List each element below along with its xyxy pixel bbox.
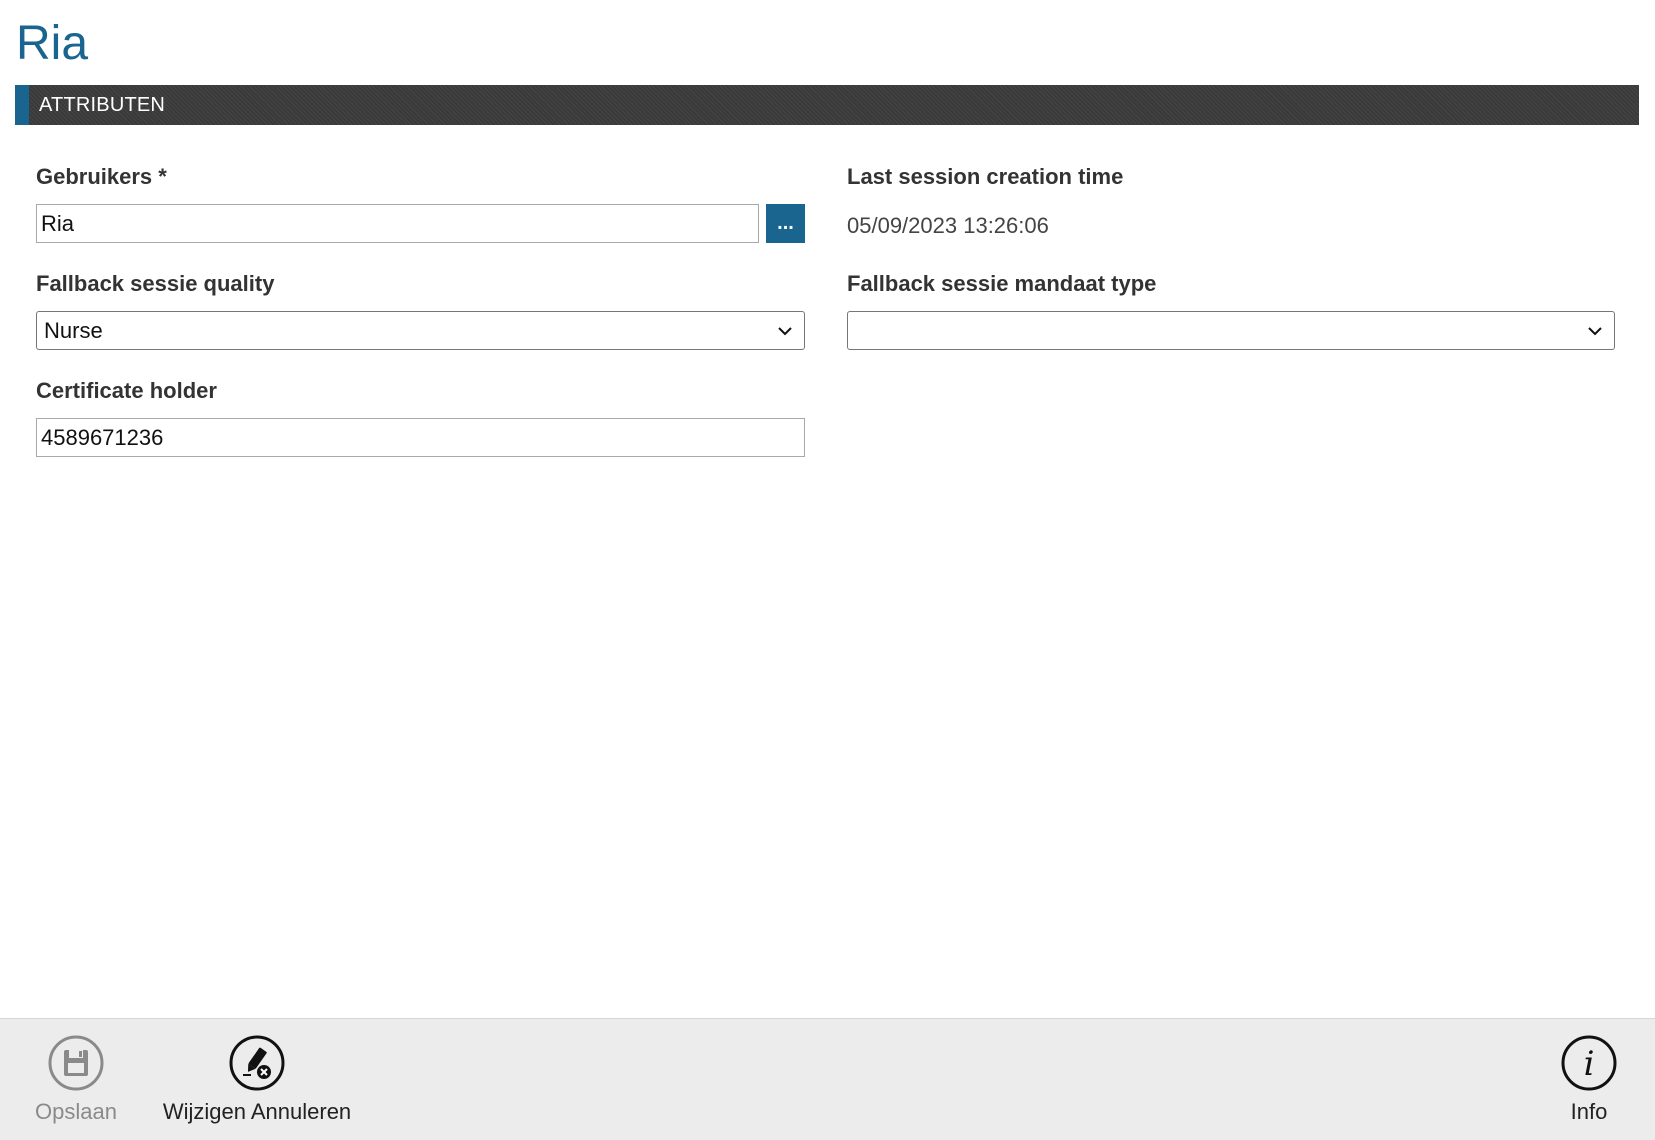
gebruikers-label: Gebruikers * xyxy=(36,164,167,189)
fallback-mandaat-label: Fallback sessie mandaat type xyxy=(847,271,1157,296)
bottom-toolbar: Opslaan Wijzigen Annuleren i Info xyxy=(0,1018,1655,1140)
fallback-quality-select[interactable]: Nurse xyxy=(36,311,805,350)
svg-text:i: i xyxy=(1584,1044,1595,1084)
info-label: Info xyxy=(1570,1099,1608,1124)
chevron-down-icon xyxy=(778,326,792,335)
cancel-edit-icon xyxy=(229,1035,285,1091)
gebruikers-input[interactable]: Ria xyxy=(36,204,759,243)
last-session-label: Last session creation time xyxy=(847,164,1124,189)
gebruikers-browse-button[interactable]: ... xyxy=(766,204,805,243)
fallback-quality-selected: Nurse xyxy=(44,317,103,343)
save-label: Opslaan xyxy=(35,1099,117,1124)
page-title: Ria xyxy=(16,17,89,70)
cancel-edit-button[interactable]: Wijzigen Annuleren xyxy=(156,1019,358,1140)
fallback-quality-label: Fallback sessie quality xyxy=(36,271,275,296)
cancel-edit-label: Wijzigen Annuleren xyxy=(162,1099,352,1124)
save-button[interactable]: Opslaan xyxy=(30,1019,122,1140)
info-button[interactable]: i Info xyxy=(1546,1019,1632,1140)
save-icon xyxy=(48,1035,104,1091)
chevron-down-icon xyxy=(1588,326,1602,335)
fallback-mandaat-select[interactable] xyxy=(847,311,1615,350)
certificate-holder-label: Certificate holder xyxy=(36,378,217,403)
section-header-attributen: ATTRIBUTEN xyxy=(15,85,1639,125)
page: Ria ATTRIBUTEN Gebruikers * Ria ... Last… xyxy=(0,0,1655,1140)
section-header-label: ATTRIBUTEN xyxy=(39,93,166,116)
certificate-holder-input[interactable]: 4589671236 xyxy=(36,418,805,457)
info-icon: i xyxy=(1561,1035,1617,1091)
last-session-value: 05/09/2023 13:26:06 xyxy=(847,213,1049,238)
